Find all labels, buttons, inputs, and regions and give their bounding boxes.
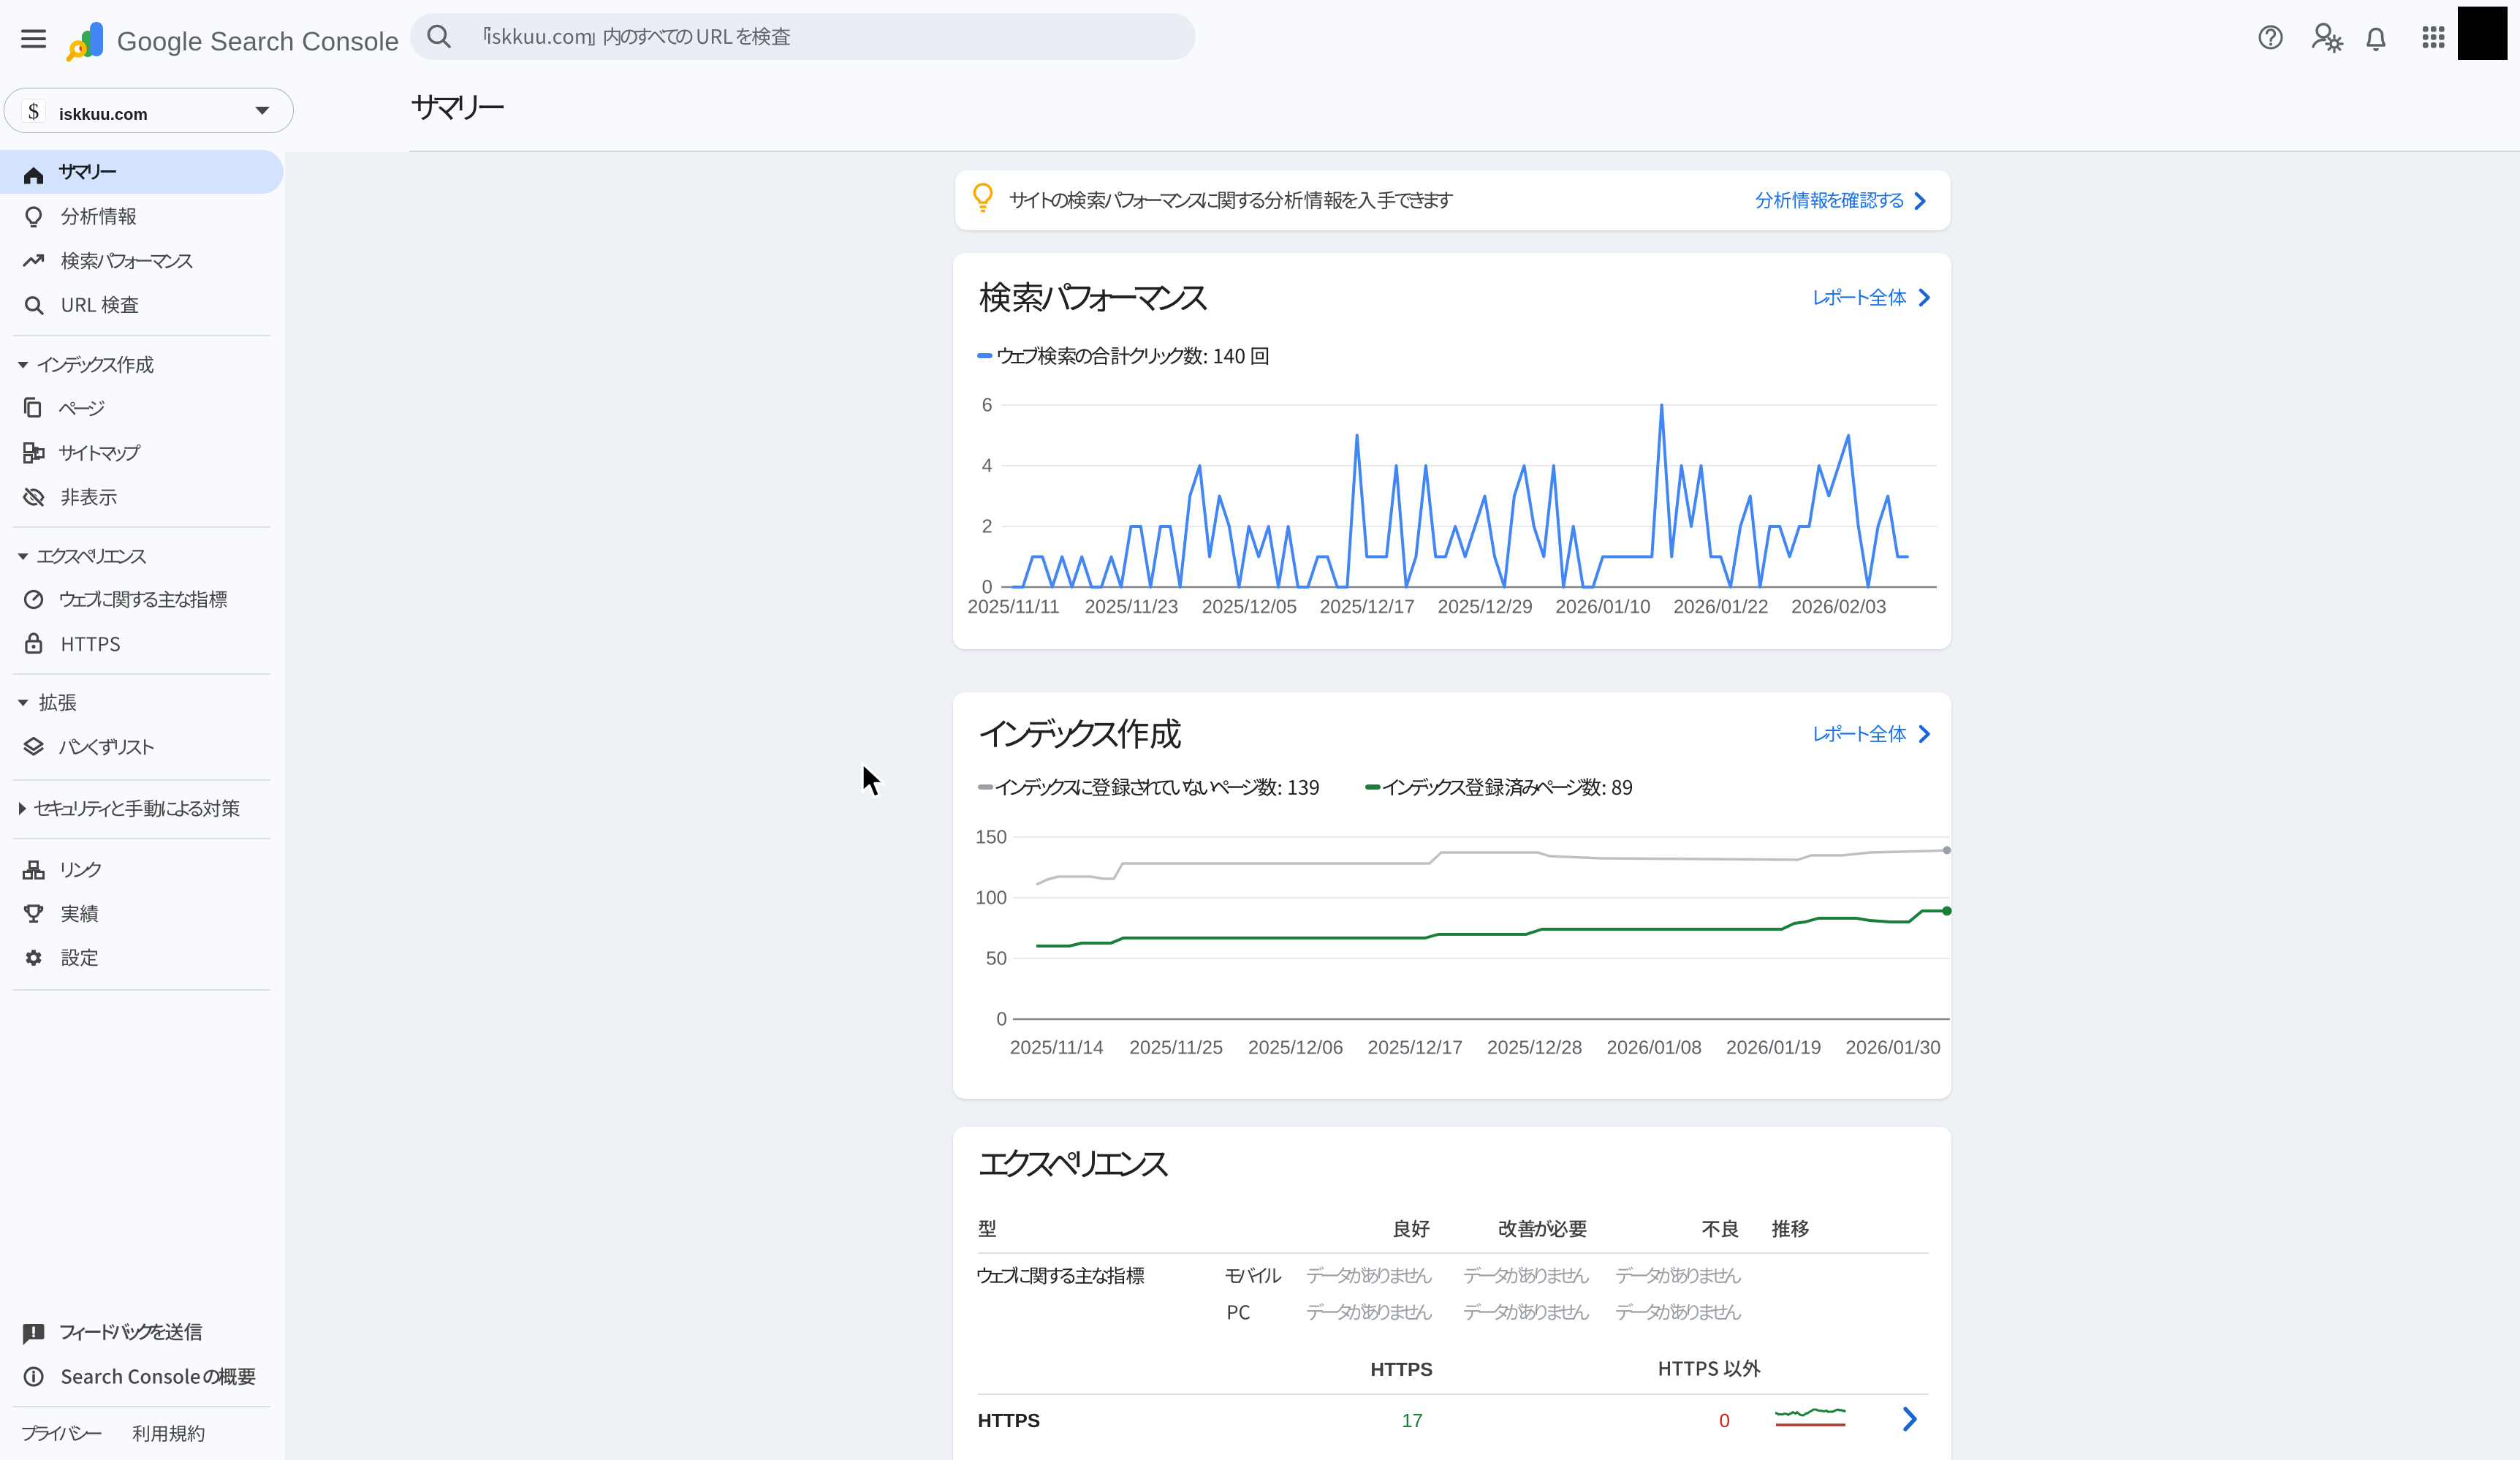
- svg-text:$: $: [29, 99, 39, 124]
